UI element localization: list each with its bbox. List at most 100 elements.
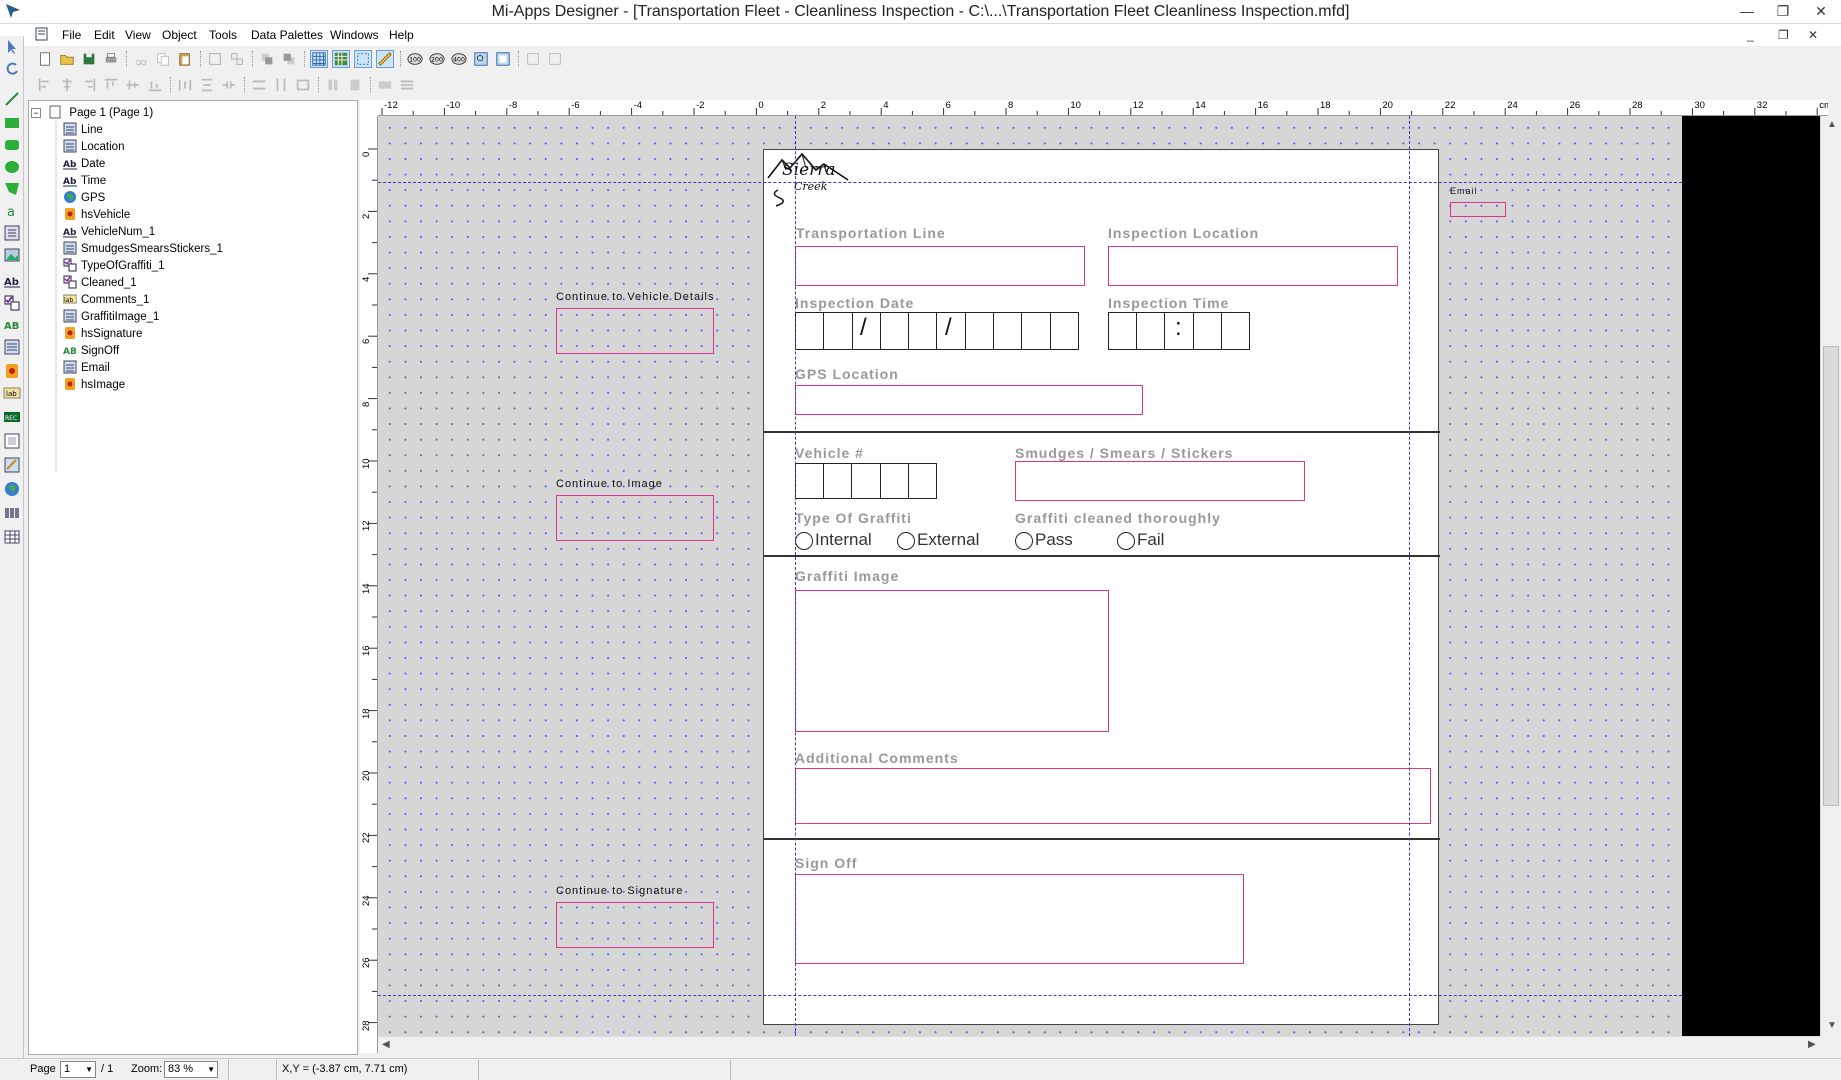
tree-item[interactable]: Line (59, 122, 103, 138)
scroll-left-icon[interactable]: ◀ (382, 1039, 390, 1050)
tree-item[interactable]: Ab Time (59, 173, 106, 189)
signature-tool-icon[interactable]: AB (3, 316, 21, 334)
gps-location-field[interactable] (795, 385, 1143, 415)
tree-item[interactable]: AB SignOff (59, 343, 119, 359)
menu-edit[interactable]: Edit (94, 28, 115, 42)
chevron-down-icon[interactable]: ▼ (85, 1062, 93, 1077)
menu-view[interactable]: View (125, 28, 151, 42)
polygon-tool-icon[interactable] (3, 180, 21, 198)
list-tool-icon[interactable] (3, 338, 21, 356)
distribute-right-icon[interactable] (346, 76, 364, 94)
mdi-close-button[interactable]: ✕ (1808, 28, 1818, 42)
continue-signature-hotspot[interactable] (556, 902, 714, 948)
vertical-scroll-thumb[interactable] (1823, 346, 1839, 806)
smudges-field[interactable] (1015, 461, 1305, 501)
tree-item[interactable]: lab Comments_1 (59, 292, 149, 308)
gps-tool-icon[interactable] (3, 480, 21, 498)
tree-item[interactable]: Ab Date (59, 156, 105, 172)
continue-vehicle-hotspot[interactable] (556, 308, 714, 354)
cut-icon[interactable] (132, 50, 150, 68)
tree-item[interactable]: GPS (59, 190, 105, 206)
guide-horizontal-bottom[interactable] (378, 995, 1682, 996)
guide-vertical-right[interactable] (1409, 116, 1410, 1036)
ellipse-tool-icon[interactable] (3, 158, 21, 176)
restore-button[interactable]: ❐ (1766, 0, 1800, 22)
scroll-up-icon[interactable]: ▲ (1827, 119, 1837, 130)
zoom-100-icon[interactable]: 100 (406, 50, 424, 68)
guide-vertical-left[interactable] (795, 116, 796, 1036)
chevron-down-icon[interactable]: ▼ (207, 1062, 215, 1077)
field-tool-icon[interactable] (3, 224, 21, 242)
zoom-select[interactable]: 83 % ▼ (164, 1061, 218, 1078)
calendar-tool-icon[interactable] (3, 432, 21, 450)
save-icon[interactable] (80, 50, 98, 68)
send-back-icon[interactable] (280, 50, 298, 68)
align-top-icon[interactable] (102, 76, 120, 94)
guides-icon[interactable] (354, 50, 372, 68)
sign-off-field[interactable] (795, 874, 1244, 964)
align-middle-icon[interactable] (124, 76, 142, 94)
space-vertical-icon[interactable] (198, 76, 216, 94)
continue-image-hotspot[interactable] (556, 495, 714, 541)
zoom-200-icon[interactable]: 200 (428, 50, 446, 68)
tree-item[interactable]: hsImage (59, 377, 125, 393)
rounded-rect-tool-icon[interactable] (3, 136, 21, 154)
line-tool-icon[interactable] (3, 90, 21, 108)
rectangle-tool-icon[interactable] (3, 114, 21, 132)
mdi-restore-button[interactable]: ❐ (1778, 28, 1789, 42)
menu-file[interactable]: File (62, 28, 81, 42)
textbox-tool-icon[interactable]: Ab (3, 272, 21, 290)
copy-icon[interactable] (154, 50, 172, 68)
horizontal-scrollbar[interactable]: ◀ ▶ (378, 1036, 1820, 1053)
space-horizontal-icon[interactable] (176, 76, 194, 94)
hotspot-tool-icon[interactable] (3, 362, 21, 380)
radio-external[interactable] (897, 532, 915, 550)
snap-grid-icon[interactable] (332, 50, 350, 68)
tree-item[interactable]: hsVehicle (59, 207, 130, 223)
tree-item[interactable]: hsSignature (59, 326, 142, 342)
page-select[interactable]: 1 ▼ (60, 1061, 96, 1078)
align-right-icon[interactable] (80, 76, 98, 94)
text-tool-icon[interactable]: a (3, 202, 21, 220)
mdi-minimize-button[interactable]: _ (1747, 28, 1754, 42)
label-tool-icon[interactable]: lab (3, 384, 21, 402)
bring-front-icon[interactable] (258, 50, 276, 68)
transportation-line-field[interactable] (795, 246, 1085, 286)
sketch-tool-icon[interactable] (3, 456, 21, 474)
align-left-icon[interactable] (36, 76, 54, 94)
scroll-down-icon[interactable]: ▼ (1827, 1020, 1837, 1031)
same-width-icon[interactable] (250, 76, 268, 94)
zoom-page-icon[interactable] (494, 50, 512, 68)
menu-object[interactable]: Object (162, 28, 197, 42)
barcode-scan-tool-icon[interactable] (3, 504, 21, 522)
scroll-right-icon[interactable]: ▶ (1808, 1039, 1816, 1050)
design-canvas[interactable]: Continue to Vehicle Details Continue to … (378, 116, 1682, 1036)
zoom-fit-icon[interactable] (472, 50, 490, 68)
new-file-icon[interactable] (36, 50, 54, 68)
tree-item[interactable]: Cleaned_1 (59, 275, 137, 291)
tree-item[interactable]: Ab VehicleNum_1 (59, 224, 155, 240)
vertical-scrollbar[interactable]: ▲ ▼ (1820, 116, 1841, 1036)
page-prev-icon[interactable] (524, 50, 542, 68)
group-icon[interactable] (206, 50, 224, 68)
align-center-icon[interactable] (58, 76, 76, 94)
paste-icon[interactable] (176, 50, 194, 68)
distribute-left-icon[interactable] (324, 76, 342, 94)
page-next-icon[interactable] (546, 50, 564, 68)
ungroup-icon[interactable] (228, 50, 246, 68)
graffiti-image-field[interactable] (795, 590, 1109, 732)
guide-horizontal-top[interactable] (378, 182, 1682, 183)
zoom-400-icon[interactable]: 400 (450, 50, 468, 68)
menu-windows[interactable]: Windows (330, 28, 379, 42)
tab-order-icon[interactable] (376, 76, 394, 94)
table-tool-icon[interactable] (3, 528, 21, 546)
email-field[interactable] (1450, 202, 1506, 217)
inspection-location-field[interactable] (1108, 246, 1398, 286)
minimize-button[interactable]: — (1730, 0, 1764, 22)
radio-fail[interactable] (1117, 532, 1135, 550)
tree-item[interactable]: SmudgesSmearsStickers_1 (59, 241, 223, 257)
vehicle-number-field[interactable] (795, 463, 937, 499)
same-height-icon[interactable] (272, 76, 290, 94)
tree-item[interactable]: GraffitiImage_1 (59, 309, 159, 325)
rotate-icon[interactable] (3, 60, 21, 78)
